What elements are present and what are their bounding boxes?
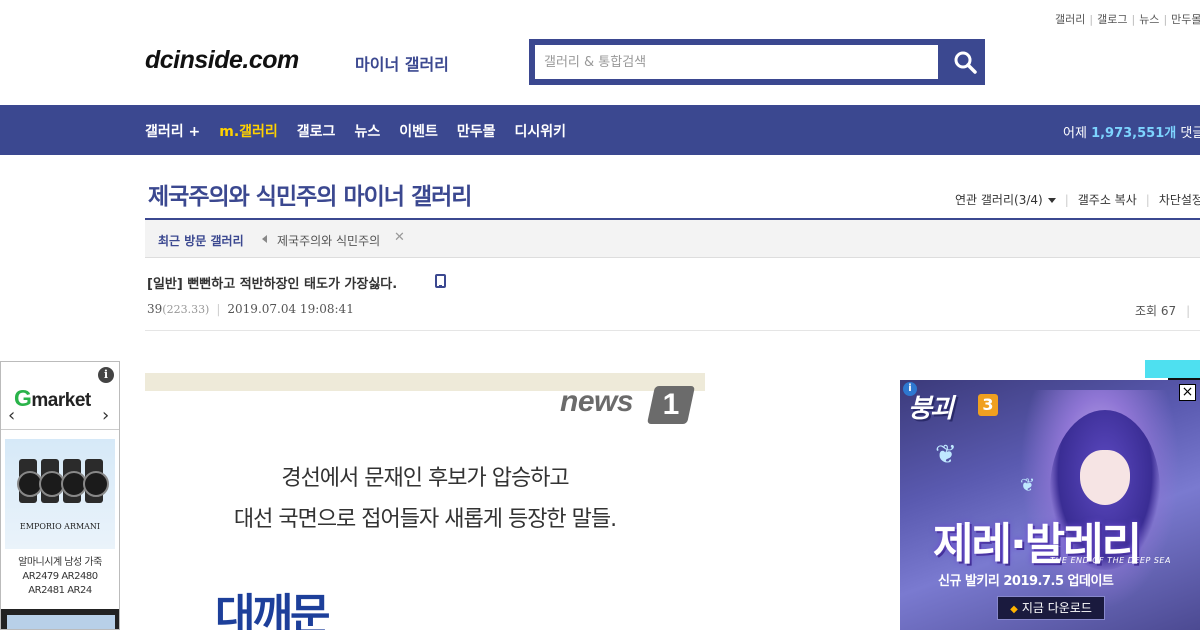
close-icon[interactable]: × bbox=[1179, 384, 1196, 401]
download-button-label: 지금 다운로드 bbox=[1021, 601, 1092, 615]
comment-count-suffix: 댓글 bbox=[1180, 126, 1200, 141]
image-text-line-2: 대선 국면으로 접어들자 새롭게 등장한 말들. bbox=[233, 507, 617, 532]
chevron-right-icon[interactable]: › bbox=[102, 405, 109, 426]
image-text-line-1: 경선에서 문재인 후보가 압승하고 bbox=[281, 466, 569, 491]
util-link-gallog[interactable]: 갤로그 bbox=[1097, 13, 1127, 26]
recent-galleries-bar: 최근 방문 갤러리 제국주의와 식민주의 ✕ bbox=[145, 220, 1200, 258]
diamond-icon: ◆ bbox=[1010, 604, 1018, 615]
post-header-divider bbox=[145, 330, 1200, 331]
related-gallery-label: 연관 갤러리(3/4) bbox=[955, 193, 1043, 207]
util-link-gallery[interactable]: 갤러리 bbox=[1055, 13, 1085, 26]
chevron-down-icon bbox=[1047, 198, 1056, 203]
post-content-image: news 1 경선에서 문재인 후보가 압승하고 대선 국면으로 접어들자 새롭… bbox=[145, 373, 705, 630]
next-product-preview bbox=[1, 609, 119, 629]
left-ad-header: i Gmarket ‹ › bbox=[1, 362, 119, 430]
block-settings-button[interactable]: 차단설정 bbox=[1159, 191, 1200, 208]
post-meta: 39(223.33) | 2019.07.04 19:08:41 bbox=[147, 302, 354, 316]
game-logo-number: 3 bbox=[978, 394, 998, 416]
nav-item-wiki[interactable]: 디시위키 bbox=[514, 121, 566, 141]
nav-item-gallog[interactable]: 갤로그 bbox=[297, 121, 336, 141]
news1-logo-number: 1 bbox=[662, 388, 680, 421]
product-brand: EMPORIO ARMANI bbox=[19, 522, 101, 531]
copy-address-button[interactable]: 갤주소 복사 bbox=[1078, 191, 1137, 208]
image-big-word: 대깨문 bbox=[215, 590, 330, 630]
comment-count-prefix: 어제 bbox=[1063, 126, 1087, 141]
info-icon[interactable]: i bbox=[98, 367, 114, 383]
gallery-title[interactable]: 제국주의와 식민주의 마이너 갤러리 bbox=[148, 177, 472, 211]
search-input[interactable] bbox=[535, 45, 938, 79]
news1-logo: news bbox=[560, 385, 634, 418]
nav-item-mall[interactable]: 만두몰 bbox=[457, 121, 496, 141]
util-link-mall[interactable]: 만두몰 bbox=[1171, 13, 1200, 26]
ad-subtitle-en: THE END OF THE DEEP SEA bbox=[1050, 556, 1171, 565]
page: 갤러리 | 갤로그 | 뉴스 | 만두몰 dcinside.com 마이너 갤러리 갤러리 … bbox=[0, 0, 1200, 630]
recent-galleries-label: 최근 방문 갤러리 bbox=[158, 234, 244, 248]
close-icon[interactable]: ✕ bbox=[394, 230, 405, 245]
post-author[interactable]: 39 bbox=[147, 302, 162, 316]
game-logo: 붕괴 bbox=[908, 394, 954, 424]
recent-gallery-link[interactable]: 제국주의와 식민주의 bbox=[277, 232, 380, 249]
download-button[interactable]: ◆ 지금 다운로드 bbox=[997, 596, 1105, 620]
gmarket-logo-text: market bbox=[31, 390, 91, 411]
news1-logo-mark: 1 bbox=[646, 386, 696, 424]
comment-count-value: 1,973,551개 bbox=[1091, 126, 1177, 141]
minor-gallery-label[interactable]: 마이너 갤러리 bbox=[355, 51, 449, 75]
nav-item-gallery[interactable]: 갤러리 + bbox=[145, 121, 200, 141]
post-views: 조회 67 bbox=[1135, 304, 1177, 318]
product-description[interactable]: 알마니시계 남성 가죽 AR2479 AR2480 AR2481 AR24 bbox=[5, 556, 115, 598]
util-link-news[interactable]: 뉴스 bbox=[1139, 13, 1159, 26]
search-icon bbox=[954, 51, 977, 74]
nav-item-news[interactable]: 뉴스 bbox=[354, 121, 380, 141]
related-gallery-button[interactable]: 연관 갤러리(3/4) bbox=[955, 191, 1056, 208]
main-nav: 갤러리 + m.갤러리 갤로그 뉴스 이벤트 만두몰 디시위키 어제 1,973… bbox=[0, 105, 1200, 155]
ad-character-face bbox=[1080, 450, 1130, 505]
chevron-left-icon[interactable]: ‹ bbox=[8, 405, 15, 426]
ad-update-text: 신규 발키리 2019.7.5 업데이트 bbox=[938, 574, 1114, 589]
post-author-ip: (223.33) bbox=[162, 303, 210, 316]
search-box bbox=[529, 39, 985, 85]
right-ad-banner[interactable]: ❦ ❦ i 붕괴 3 × 제레·발레리 THE END OF THE DEEP … bbox=[900, 380, 1200, 630]
gallery-tools: 연관 갤러리(3/4) | 갤주소 복사 | 차단설정 bbox=[955, 191, 1200, 208]
post-title: [일반] 뻔뻔하고 적반하장인 태도가 가장싫다. bbox=[147, 277, 398, 292]
side-banner-tab[interactable] bbox=[1145, 360, 1200, 382]
nav-item-m-gallery[interactable]: m.갤러리 bbox=[219, 121, 278, 141]
search-button[interactable] bbox=[944, 39, 985, 85]
post-date: 2019.07.04 19:08:41 bbox=[227, 302, 354, 316]
recent-prev-icon[interactable] bbox=[262, 235, 267, 243]
watch-product-image[interactable]: EMPORIO ARMANI bbox=[5, 439, 115, 549]
gmarket-logo: Gmarket bbox=[14, 385, 91, 411]
nav-item-event[interactable]: 이벤트 bbox=[399, 121, 438, 141]
left-ad-banner[interactable]: i Gmarket ‹ › EMPORIO ARMANI 알마니시계 남성 가죽… bbox=[0, 361, 120, 630]
site-logo[interactable]: dcinside.com bbox=[145, 46, 299, 75]
comment-count: 어제 1,973,551개 댓글 bbox=[1063, 122, 1200, 141]
post-views-area: 조회 67 | bbox=[1135, 304, 1191, 318]
mobile-icon bbox=[435, 274, 446, 288]
butterfly-icon: ❦ bbox=[1020, 475, 1036, 496]
butterfly-icon: ❦ bbox=[935, 440, 957, 470]
util-links: 갤러리 | 갤로그 | 뉴스 | 만두몰 bbox=[1055, 13, 1200, 26]
